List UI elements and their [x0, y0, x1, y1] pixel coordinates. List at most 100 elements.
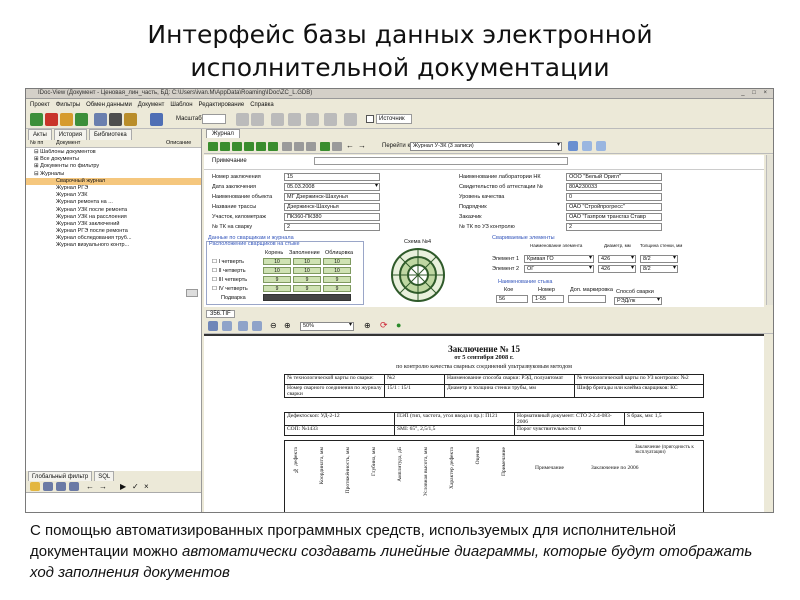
prev-record-icon[interactable]	[232, 142, 242, 151]
repair-cell[interactable]	[263, 294, 351, 301]
goto-select[interactable]: Журнал У-ЗК (3 записи)	[410, 142, 562, 151]
tree-scroll-spinner[interactable]	[186, 289, 198, 297]
edit-icon[interactable]	[150, 113, 163, 126]
tk-weld-field[interactable]: 2	[284, 223, 380, 231]
welder-cell[interactable]: 9	[263, 285, 291, 292]
run-icon[interactable]: ▶	[120, 482, 126, 491]
conclusion-date-field[interactable]: 05.03.2008	[284, 183, 380, 191]
add-icon[interactable]	[75, 113, 88, 126]
menu-item-template[interactable]: Шаблон	[170, 100, 192, 110]
note-field[interactable]	[314, 157, 568, 165]
welder-cell[interactable]: 10	[263, 258, 291, 265]
tree-item[interactable]: ⊞ Все документы	[26, 156, 201, 163]
arrow-back-icon[interactable]: ←	[346, 141, 354, 150]
element-diameter-field[interactable]: 426	[598, 265, 636, 273]
welder-cell[interactable]: 10	[293, 267, 321, 274]
contractor-field[interactable]: ОАО "Стройпрогресс"	[566, 203, 662, 211]
next-page-icon[interactable]	[256, 142, 266, 151]
customer-field[interactable]: ОАО "Газпром трансгаз Ставр	[566, 213, 662, 221]
conclusion-number-field[interactable]: 15	[284, 173, 380, 181]
arrow-right-icon[interactable]: →	[99, 482, 107, 491]
version-checkbox[interactable]	[366, 115, 374, 123]
export-icon[interactable]	[582, 141, 592, 151]
certificate-field[interactable]: 80А230033	[566, 183, 662, 191]
zoom-in-icon[interactable]: ⊕	[284, 321, 291, 330]
tree-item[interactable]: Журнал УЗК	[26, 192, 201, 199]
save-icon[interactable]	[43, 482, 53, 491]
cancel-record-icon[interactable]	[332, 142, 342, 151]
tree-item[interactable]: Журнал ремонта на ...	[26, 199, 201, 206]
arrow-left-icon[interactable]: ←	[86, 482, 94, 491]
welder-cell[interactable]: 9	[293, 276, 321, 283]
edit-record-icon[interactable]	[306, 142, 316, 151]
print-preview-icon[interactable]	[251, 113, 264, 126]
welder-cell[interactable]: 9	[293, 285, 321, 292]
image-copy-icon[interactable]	[238, 321, 248, 331]
tree-item[interactable]: Журнал визуального контр...	[26, 242, 201, 249]
image-icon[interactable]	[324, 113, 337, 126]
zoom-select[interactable]: 50%	[300, 322, 354, 331]
welder-cell[interactable]: 9	[323, 285, 351, 292]
next-record-icon[interactable]	[244, 142, 254, 151]
copy-icon[interactable]	[56, 482, 66, 491]
tree-item-selected[interactable]: Сварочный журнал	[26, 177, 201, 185]
tab-image-file[interactable]: 356.TIF	[206, 310, 235, 318]
tk-uz-field[interactable]: 2	[566, 223, 662, 231]
section-km-field[interactable]: ПК360-ПК380	[284, 213, 380, 221]
welder-cell[interactable]: 10	[323, 267, 351, 274]
weld-method-select[interactable]: РЭД/лк	[614, 297, 662, 305]
lab-name-field[interactable]: ООО "Белый Оригл"	[566, 173, 662, 181]
welder-cell[interactable]: 9	[263, 276, 291, 283]
version-field[interactable]: Источник	[376, 114, 412, 124]
rotate-icon[interactable]: ⟳	[380, 320, 388, 331]
check-icon[interactable]: ✓	[132, 482, 139, 491]
pencil-icon[interactable]	[306, 113, 319, 126]
fit-icon[interactable]: ⊕	[364, 321, 371, 330]
image-print-icon[interactable]	[222, 321, 232, 331]
menu-item-document[interactable]: Документ	[138, 100, 165, 110]
eye-icon[interactable]	[271, 113, 284, 126]
ok-icon[interactable]: ●	[396, 320, 401, 330]
tree-item[interactable]: Журнал РГЭ	[26, 185, 201, 192]
prev-page-icon[interactable]	[220, 142, 230, 151]
last-record-icon[interactable]	[268, 142, 278, 151]
object-name-field[interactable]: МГ Дзержинск-Шахунья	[284, 193, 380, 201]
report-icon[interactable]	[124, 113, 137, 126]
menu-item-project[interactable]: Проект	[30, 100, 50, 110]
seam-mark-field[interactable]	[568, 295, 606, 303]
first-record-icon[interactable]	[208, 142, 218, 151]
tree-item[interactable]: Журнал УЗК заключений	[26, 221, 201, 228]
arrow-forward-icon[interactable]: →	[358, 141, 366, 150]
menu-item-filters[interactable]: Фильтры	[56, 100, 80, 110]
welder-cell[interactable]: 9	[323, 276, 351, 283]
attach-icon[interactable]	[596, 141, 606, 151]
col-number[interactable]: № пп	[30, 139, 56, 148]
image-open-icon[interactable]	[252, 321, 262, 331]
element-thickness-field[interactable]: 8/2	[640, 255, 678, 263]
table-icon[interactable]	[109, 113, 122, 126]
element-thickness-field[interactable]: 8/2	[640, 265, 678, 273]
delete-record-icon[interactable]	[294, 142, 304, 151]
element-diameter-field[interactable]: 426	[598, 255, 636, 263]
col-document[interactable]: Документ	[56, 139, 166, 148]
zoom-out-icon[interactable]: ⊖	[270, 321, 277, 330]
form-scrollbar[interactable]	[766, 155, 773, 305]
post-record-icon[interactable]	[320, 142, 330, 151]
element-name-field[interactable]: ОГ	[524, 265, 594, 273]
window-controls[interactable]: _ □ ×	[741, 90, 770, 96]
welder-cell[interactable]: 10	[323, 258, 351, 265]
menu-item-help[interactable]: Справка	[250, 100, 274, 110]
print-icon[interactable]	[236, 113, 249, 126]
tab-journal[interactable]: Журнал	[206, 129, 240, 138]
element-name-field[interactable]: Кривая ГО	[524, 255, 594, 263]
paste-icon[interactable]	[69, 482, 79, 491]
tree-item[interactable]: ⊟ Шаблоны документов	[26, 149, 201, 156]
delete-icon[interactable]	[45, 113, 58, 126]
seam-ke-field[interactable]: 56	[496, 295, 528, 303]
folder-open-icon[interactable]	[30, 482, 40, 491]
refresh-icon[interactable]	[568, 141, 578, 151]
menu-item-exchange[interactable]: Обмен данными	[86, 100, 132, 110]
folder-icon[interactable]	[60, 113, 73, 126]
route-name-field[interactable]: Дзержинск-Шахунья	[284, 203, 380, 211]
col-description[interactable]: Описание	[166, 139, 191, 148]
